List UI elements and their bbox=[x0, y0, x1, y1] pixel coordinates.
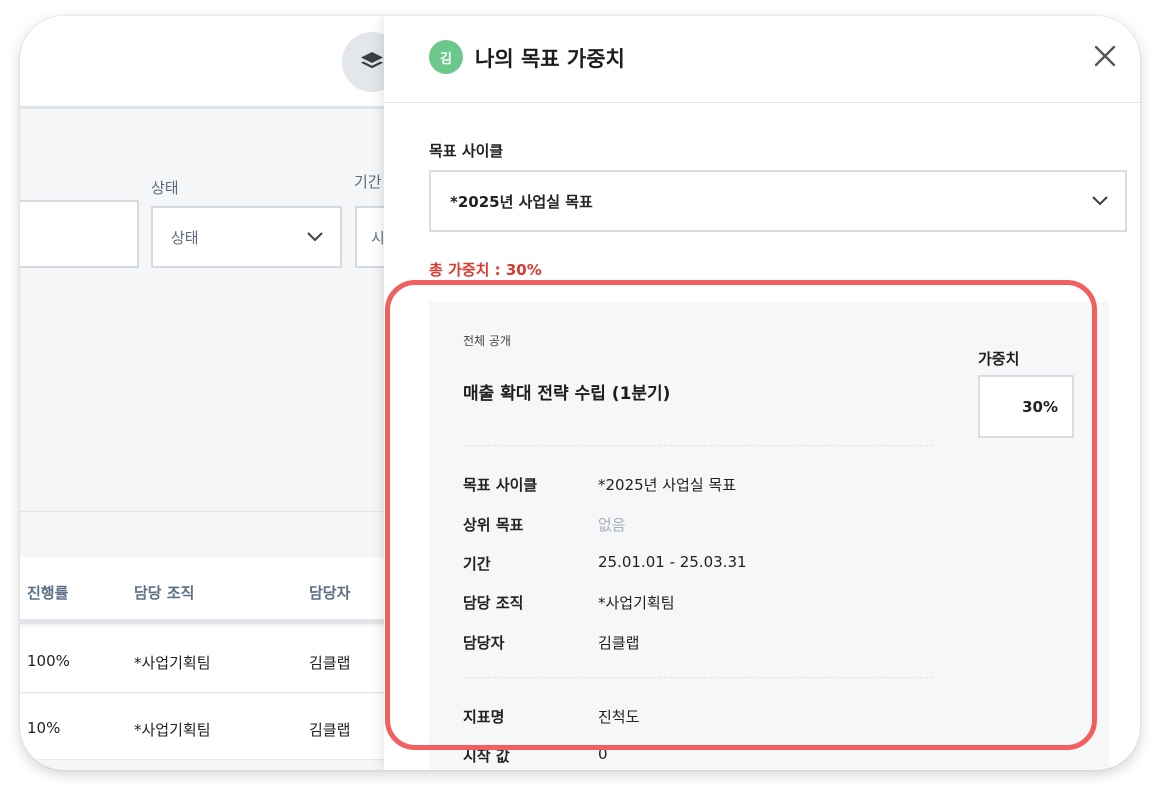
column-header-owner[interactable]: 담당자 bbox=[309, 582, 350, 603]
column-header-org[interactable]: 담당 조직 bbox=[134, 582, 194, 603]
weight-input[interactable] bbox=[978, 375, 1074, 438]
table-cell: 김클랩 bbox=[309, 721, 351, 739]
visibility-label: 전체 공개 bbox=[463, 334, 511, 348]
app-window: 상태 상태 기간 시 진행률 담당 조직 담당자 100% *사업기획팀 김클랩… bbox=[20, 16, 1140, 770]
table-cell: 100% bbox=[27, 652, 70, 670]
metric-key-start-value: 시작 값 bbox=[463, 747, 510, 765]
status-filter-label: 상태 bbox=[151, 179, 179, 197]
chevron-down-icon bbox=[307, 232, 323, 242]
close-button[interactable] bbox=[1090, 41, 1120, 71]
detail-value-period: 25.01.01 - 25.03.31 bbox=[598, 553, 747, 571]
column-header-progress[interactable]: 진행률 bbox=[27, 582, 68, 603]
cycle-select-value: *2025년 사업실 목표 bbox=[450, 192, 593, 211]
status-select-value: 상태 bbox=[171, 228, 199, 247]
detail-key-period: 기간 bbox=[463, 555, 491, 573]
layers-icon bbox=[361, 52, 383, 69]
table-cell: 김클랩 bbox=[309, 654, 351, 672]
total-weight: 총 가중치 : 30% bbox=[429, 261, 542, 279]
close-icon bbox=[1094, 45, 1116, 67]
drawer-title: 나의 목표 가중치 bbox=[475, 47, 625, 71]
detail-key-owner: 담당자 bbox=[463, 634, 505, 652]
metric-value-start-value: 0 bbox=[598, 745, 608, 763]
detail-value-cycle: *2025년 사업실 목표 bbox=[598, 476, 737, 494]
table-cell: 10% bbox=[27, 719, 61, 737]
table-cell: *사업기획팀 bbox=[134, 721, 211, 739]
detail-key-org: 담당 조직 bbox=[463, 594, 524, 612]
detail-key-cycle: 목표 사이클 bbox=[463, 476, 538, 494]
table-cell: *사업기획팀 bbox=[134, 654, 211, 672]
period-filter-label: 기간 bbox=[354, 173, 382, 191]
drawer-header: 김 나의 목표 가중치 bbox=[384, 16, 1140, 103]
detail-value-org: *사업기획팀 bbox=[598, 594, 675, 612]
avatar: 김 bbox=[429, 40, 463, 74]
detail-key-parent-goal: 상위 목표 bbox=[463, 516, 524, 534]
chevron-down-icon bbox=[1092, 196, 1108, 206]
metric-key-name: 지표명 bbox=[463, 708, 505, 726]
detail-value-parent-goal: 없음 bbox=[598, 516, 626, 534]
metric-value-name: 진척도 bbox=[598, 708, 640, 726]
status-select[interactable]: 상태 bbox=[151, 206, 342, 268]
weight-label: 가중치 bbox=[978, 350, 1020, 368]
weight-drawer: 김 나의 목표 가중치 목표 사이클 *2025년 사업실 목표 총 가중치 :… bbox=[384, 16, 1140, 770]
period-select-value: 시 bbox=[371, 228, 385, 247]
divider bbox=[463, 677, 933, 678]
divider bbox=[463, 445, 933, 446]
detail-value-owner: 김클랩 bbox=[598, 634, 640, 652]
search-input[interactable] bbox=[20, 200, 139, 268]
cycle-label: 목표 사이클 bbox=[429, 142, 504, 160]
goal-card: 전체 공개 매출 확대 전략 수립 (1분기) 가중치 목표 사이클 *2025… bbox=[429, 302, 1109, 770]
goal-title[interactable]: 매출 확대 전략 수립 (1분기) bbox=[463, 379, 670, 404]
cycle-select[interactable]: *2025년 사업실 목표 bbox=[429, 170, 1127, 232]
